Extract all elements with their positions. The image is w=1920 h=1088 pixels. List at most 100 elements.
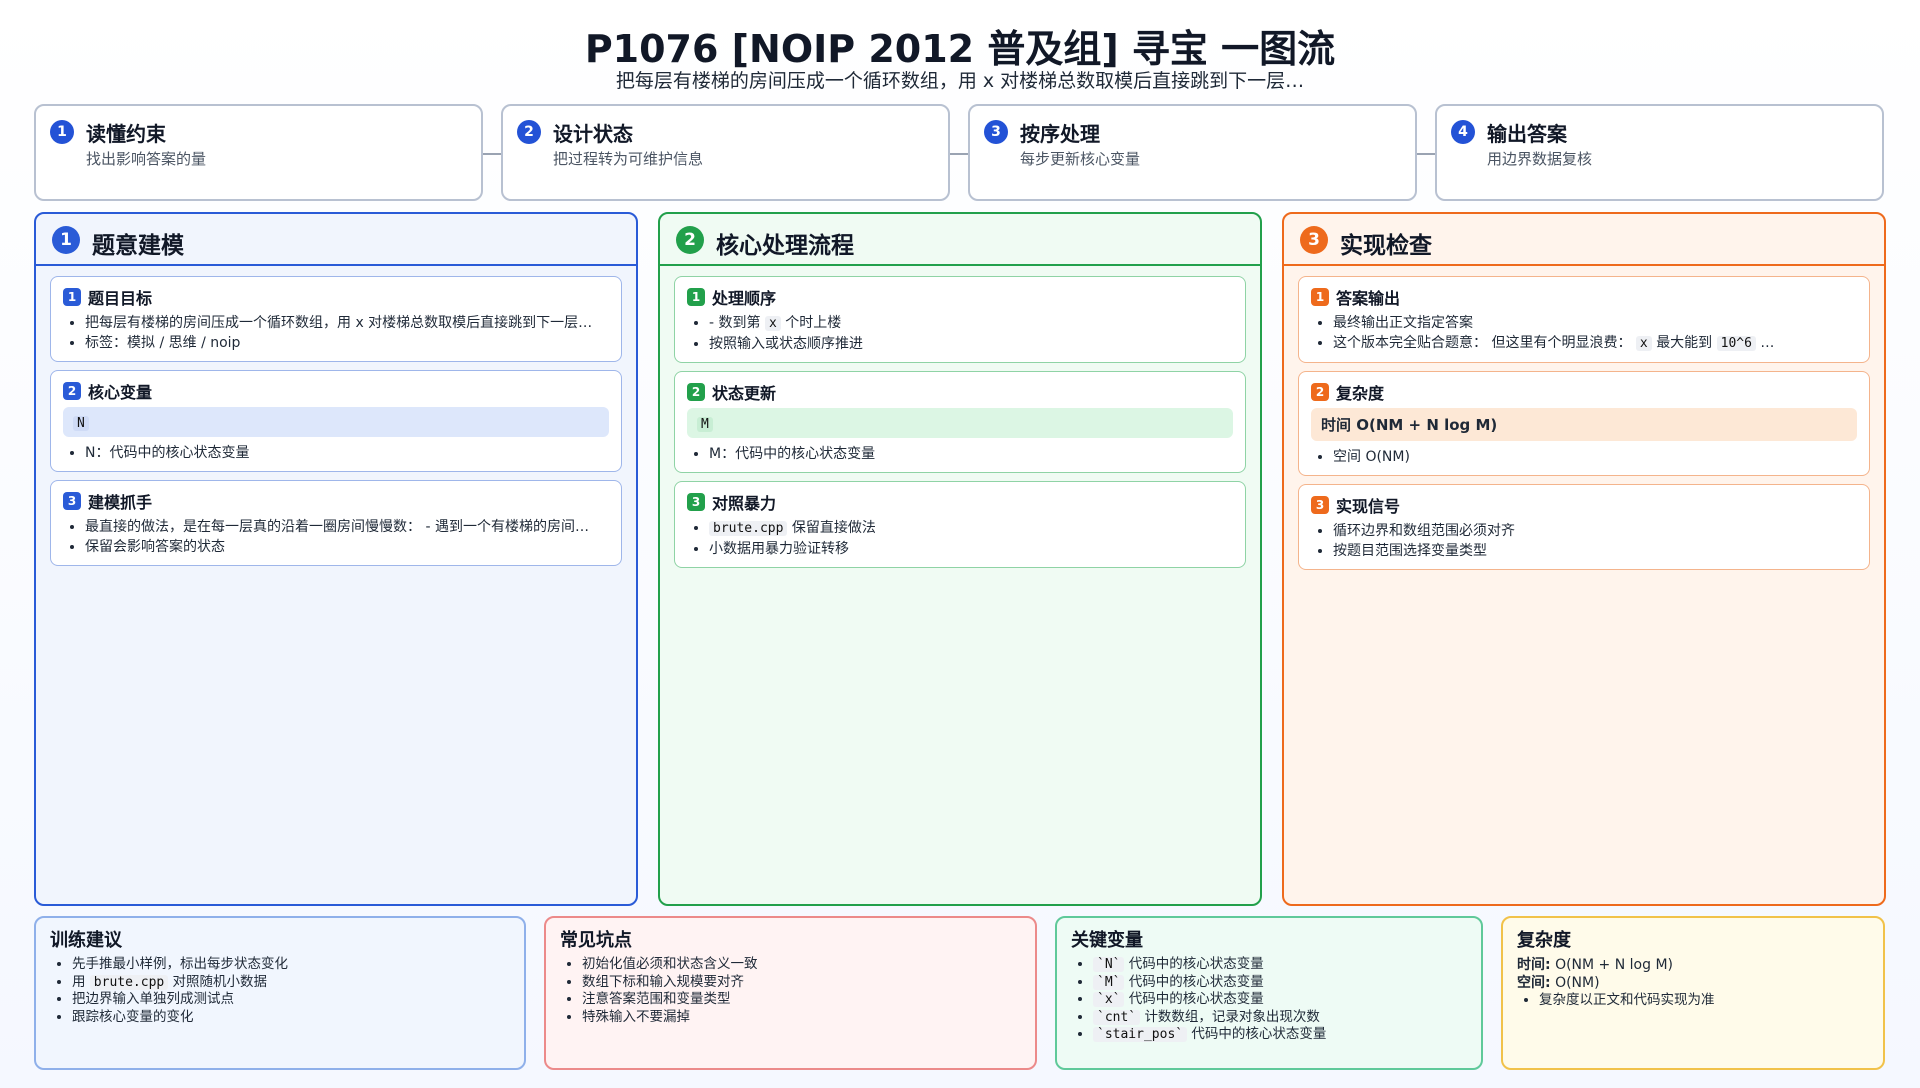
card-goal: 1 题目目标 把每层有楼梯的房间压成一个循环数组，用 x 对楼梯总数取模后直接跳到… (50, 276, 622, 362)
inline-code: x (764, 316, 781, 331)
steps-row: 1 读懂约束 找出影响答案的量 2 设计状态 把过程转为可维护信息 3 按序处理… (34, 104, 1886, 201)
card-core-variable: 2 核心变量 N N：代码中的核心状态变量 (50, 370, 622, 472)
card-title: 对照暴力 (712, 494, 777, 513)
column-header: 1 题意建模 (36, 214, 636, 266)
inline-code: `x` (1093, 992, 1125, 1007)
step-connector (1417, 153, 1435, 155)
column-modeling: 1 题意建模 1 题目目标 把每层有楼梯的房间压成一个循环数组，用 x 对楼梯总数… (34, 212, 638, 906)
card-title: 建模抓手 (88, 493, 153, 512)
column-number-badge: 3 (1300, 226, 1328, 254)
step-number-badge: 1 (50, 120, 74, 144)
inline-code: `stair_pos` (1093, 1027, 1188, 1042)
step-4: 4 输出答案 用边界数据复核 (1435, 104, 1884, 201)
step-description: 找出影响答案的量 (86, 150, 207, 168)
panel-complexity: 复杂度 时间: O(NM + N log M) 空间: O(NM) 复杂度以正文… (1501, 916, 1885, 1070)
panel-title: 复杂度 (1517, 930, 1571, 951)
step-title: 读懂约束 (86, 122, 166, 146)
card-bullet: 空间 O(NM) (1333, 447, 1857, 467)
panel-bullet: 跟踪核心变量的变化 (72, 1009, 510, 1027)
step-title: 设计状态 (553, 122, 633, 146)
card-bullet: 小数据用暴力验证转移 (709, 539, 1233, 559)
card-title: 状态更新 (712, 384, 777, 403)
key-variable-item: `N` 代码中的核心状态变量 (1093, 956, 1467, 974)
step-1: 1 读懂约束 找出影响答案的量 (34, 104, 483, 201)
step-description: 把过程转为可维护信息 (553, 150, 704, 168)
card-number-badge: 1 (1311, 288, 1329, 306)
card-title: 复杂度 (1336, 384, 1385, 403)
panel-title: 常见坑点 (560, 930, 632, 951)
key-variable-item: `x` 代码中的核心状态变量 (1093, 991, 1467, 1009)
card-implementation-signal: 3 实现信号 循环边界和数组范围必须对齐 按题目范围选择变量类型 (1298, 484, 1870, 570)
card-bullet: 保留会影响答案的状态 (85, 537, 609, 557)
panel-bullet: 数组下标和输入规模要对齐 (582, 974, 1021, 992)
panel-bullet: 复杂度以正文和代码实现为准 (1539, 992, 1869, 1010)
panel-title: 关键变量 (1071, 930, 1143, 951)
column-title: 题意建模 (92, 233, 184, 259)
card-title: 答案输出 (1336, 289, 1401, 308)
panel-bullet: 初始化值必须和状态含义一致 (582, 956, 1021, 974)
card-number-badge: 1 (63, 288, 81, 306)
column-number-badge: 2 (676, 226, 704, 254)
page-title: P1076 [NOIP 2012 普及组] 寻宝 一图流 (584, 27, 1336, 71)
panel-bullet: 先手推最小样例，标出每步状态变化 (72, 956, 510, 974)
panel-bullet: 特殊输入不要漏掉 (582, 1009, 1021, 1027)
card-number-badge: 3 (1311, 496, 1329, 514)
card-bullet: 把每层有楼梯的房间压成一个循环数组，用 x 对楼梯总数取模后直接跳到下一层… (85, 313, 609, 333)
card-number-badge: 3 (687, 493, 705, 511)
panel-bullet: 注意答案范围和变量类型 (582, 991, 1021, 1009)
inline-code: `N` (1093, 957, 1125, 972)
complexity-highlight: 时间 O(NM + N log M) (1311, 408, 1857, 441)
panel-pitfalls: 常见坑点 初始化值必须和状态含义一致 数组下标和输入规模要对齐 注意答案范围和变… (544, 916, 1037, 1070)
card-title: 处理顺序 (712, 289, 777, 308)
card-number-badge: 1 (687, 288, 705, 306)
card-number-badge: 2 (687, 383, 705, 401)
panel-bullet: 用 brute.cpp 对照随机小数据 (72, 974, 510, 992)
code-highlight: M (697, 417, 713, 432)
complexity-space: 空间: O(NM) (1517, 975, 1600, 991)
step-2: 2 设计状态 把过程转为可维护信息 (501, 104, 950, 201)
inline-code: brute.cpp (89, 974, 169, 990)
card-bullet: 按照输入或状态顺序推进 (709, 334, 1233, 354)
card-bullet: N：代码中的核心状态变量 (85, 443, 609, 463)
card-bullet: 循环边界和数组范围必须对齐 (1333, 521, 1857, 541)
card-bullet: 最终输出正文指定答案 (1333, 313, 1857, 333)
card-brute-compare: 3 对照暴力 brute.cpp 保留直接做法 小数据用暴力验证转移 (674, 481, 1246, 568)
step-title: 输出答案 (1487, 122, 1567, 146)
key-variable-item: `M` 代码中的核心状态变量 (1093, 974, 1467, 992)
code-highlight: N (73, 416, 89, 431)
card-number-badge: 2 (1311, 383, 1329, 401)
column-header: 3 实现检查 (1284, 214, 1884, 266)
step-description: 每步更新核心变量 (1020, 150, 1141, 168)
inline-code: brute.cpp (709, 521, 788, 536)
inline-code: 10^6 (1716, 336, 1756, 351)
card-title: 核心变量 (88, 383, 153, 402)
panel-bullet: 把边界输入单独列成测试点 (72, 991, 510, 1009)
step-3: 3 按序处理 每步更新核心变量 (968, 104, 1417, 201)
inline-code: x (1635, 336, 1652, 351)
card-bullet: - 数到第 x 个时上楼 (709, 313, 1233, 334)
page-subtitle: 把每层有楼梯的房间压成一个循环数组，用 x 对楼梯总数取模后直接跳到下一层… (615, 70, 1305, 92)
card-bullet: 这个版本完全贴合题意： 但这里有个明显浪费： x 最大能到 10^6 … (1333, 333, 1857, 354)
column-header: 2 核心处理流程 (660, 214, 1260, 266)
column-number-badge: 1 (52, 226, 80, 254)
card-bullet: brute.cpp 保留直接做法 (709, 518, 1233, 539)
panel-key-variables: 关键变量 `N` 代码中的核心状态变量 `M` 代码中的核心状态变量 `x` 代… (1055, 916, 1483, 1070)
step-number-badge: 3 (984, 120, 1008, 144)
column-implementation-check: 3 实现检查 1 答案输出 最终输出正文指定答案 这个版本完全贴合题意： 但这里有… (1282, 212, 1886, 906)
card-number-badge: 2 (63, 382, 81, 400)
card-state-update: 2 状态更新 M M：代码中的核心状态变量 (674, 371, 1246, 473)
card-number-badge: 3 (63, 492, 81, 510)
key-variable-item: `stair_pos` 代码中的核心状态变量 (1093, 1026, 1467, 1044)
card-processing-order: 1 处理顺序 - 数到第 x 个时上楼 按照输入或状态顺序推进 (674, 276, 1246, 363)
card-bullet: 最直接的做法，是在每一层真的沿着一圈房间慢慢数： - 遇到一个有楼梯的房间… (85, 517, 609, 537)
column-title: 实现检查 (1340, 233, 1432, 259)
column-title: 核心处理流程 (716, 233, 854, 259)
step-description: 用边界数据复核 (1487, 150, 1593, 168)
step-number-badge: 4 (1451, 120, 1475, 144)
panel-title: 训练建议 (50, 930, 122, 951)
card-title: 实现信号 (1336, 497, 1401, 516)
card-bullet: 标签：模拟 / 思维 / noip (85, 333, 609, 353)
inline-code: `M` (1093, 974, 1125, 990)
card-modeling-grip: 3 建模抓手 最直接的做法，是在每一层真的沿着一圈房间慢慢数： - 遇到一个有楼梯… (50, 480, 622, 566)
card-title: 题目目标 (88, 289, 153, 308)
